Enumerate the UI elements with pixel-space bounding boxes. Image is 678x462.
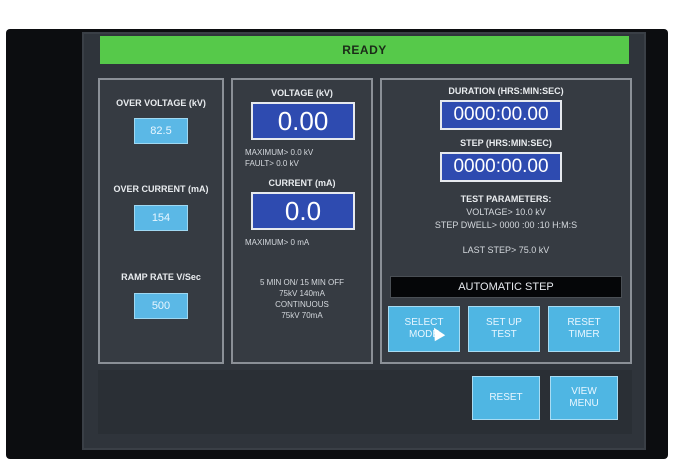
reset-timer-line1: RESET — [567, 317, 601, 328]
bottom-bar: RESET VIEW MENU — [98, 370, 632, 434]
set-up-test-button[interactable]: SET UP TEST — [468, 306, 540, 352]
voltage-maximum: MAXIMUM> 0.0 kV — [245, 148, 314, 157]
over-voltage-label: OVER VOLTAGE (kV) — [116, 98, 206, 108]
duration-label: DURATION (HRS:MIN:SEC) — [448, 86, 564, 96]
timing-panel: DURATION (HRS:MIN:SEC) 0000:00.00 STEP (… — [380, 78, 632, 364]
over-voltage-field[interactable]: 82.5 — [134, 118, 188, 144]
set-up-test-line1: SET UP — [486, 317, 522, 328]
reset-button[interactable]: RESET — [472, 376, 540, 420]
test-step-dwell: STEP DWELL> 0000 :00 :10 H:M:S — [434, 220, 578, 230]
duration-timer: 0000:00.00 — [440, 100, 562, 130]
test-last-step: LAST STEP> 75.0 kV — [462, 245, 550, 255]
top-white-strip — [0, 0, 678, 28]
readings-panel: VOLTAGE (kV) 0.00 MAXIMUM> 0.0 kV FAULT>… — [231, 78, 373, 364]
voltage-label: VOLTAGE (kV) — [271, 88, 333, 98]
over-current-field[interactable]: 154 — [134, 205, 188, 231]
test-voltage: VOLTAGE> 10.0 kV — [466, 207, 546, 217]
duty-note-3: CONTINUOUS — [275, 300, 329, 309]
current-label: CURRENT (mA) — [268, 178, 336, 188]
view-menu-line1: VIEW — [571, 386, 597, 397]
ramp-rate-field[interactable]: 500 — [134, 293, 188, 319]
view-menu-button[interactable]: VIEW MENU — [550, 376, 618, 420]
over-current-label: OVER CURRENT (mA) — [113, 184, 209, 194]
select-mode-button[interactable]: SELECT MODE — [388, 306, 460, 352]
setpoints-panel: OVER VOLTAGE (kV) 82.5 OVER CURRENT (mA)… — [98, 78, 224, 364]
reset-timer-line2: TIMER — [568, 329, 600, 340]
test-parameters-title: TEST PARAMETERS: — [460, 194, 552, 204]
current-maximum: MAXIMUM> 0 mA — [245, 238, 310, 247]
current-readout: 0.0 — [251, 192, 355, 230]
step-timer: 0000:00.00 — [440, 152, 562, 182]
reset-timer-button[interactable]: RESET TIMER — [548, 306, 620, 352]
view-menu-line2: MENU — [569, 398, 599, 409]
duty-note-1: 5 MIN ON/ 15 MIN OFF — [259, 278, 344, 287]
mode-display: AUTOMATIC STEP — [390, 276, 622, 298]
duty-note-2: 75kV 140mA — [279, 289, 325, 298]
duty-note-4: 75kV 70mA — [281, 311, 323, 320]
voltage-readout: 0.00 — [251, 102, 355, 140]
status-bar: READY — [100, 36, 629, 64]
ramp-rate-label: RAMP RATE V/Sec — [121, 272, 201, 282]
step-label: STEP (HRS:MIN:SEC) — [460, 138, 552, 148]
hmi-screen: READY OVER VOLTAGE (kV) 82.5 OVER CURREN… — [82, 32, 646, 450]
voltage-fault: FAULT> 0.0 kV — [245, 159, 299, 168]
set-up-test-line2: TEST — [491, 329, 517, 340]
